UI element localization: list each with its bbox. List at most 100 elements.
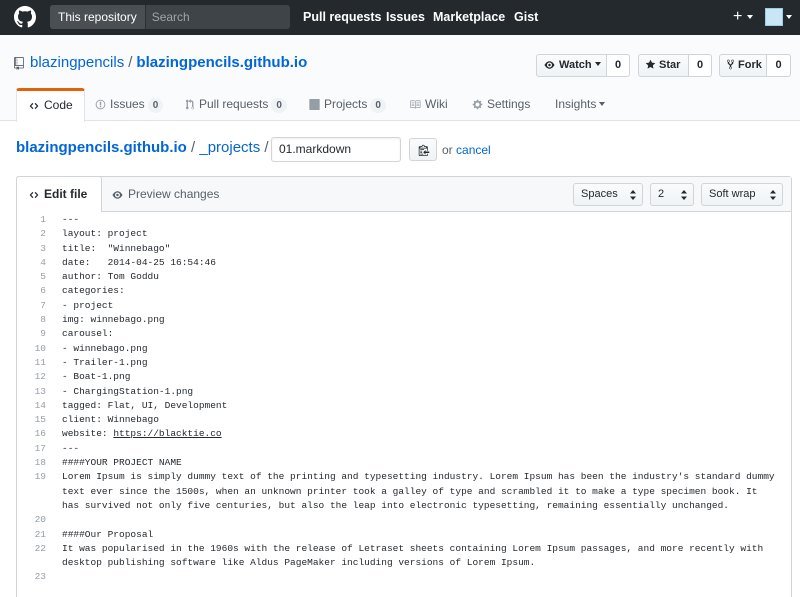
line-text: - project xyxy=(62,299,113,313)
code-line[interactable]: 19 Lorem Ipsum is simply dummy text of th… xyxy=(17,470,791,513)
breadcrumb-dir-link[interactable]: _projects xyxy=(199,139,260,156)
wrap-mode-select[interactable]: Soft wrap xyxy=(701,183,783,206)
code-line[interactable]: 12 - Boat-1.png xyxy=(17,370,791,384)
line-content: carousel: xyxy=(62,328,114,340)
tab-wiki[interactable]: Wiki xyxy=(409,88,448,121)
filename-input[interactable]: 01.markdown xyxy=(271,137,401,162)
star-count[interactable]: 0 xyxy=(689,54,712,77)
line-content: website: xyxy=(62,428,114,440)
or-text: or xyxy=(442,143,453,157)
watch-button[interactable]: Watch xyxy=(536,54,607,77)
line-number: 4 xyxy=(40,256,46,268)
tab-pull-requests-label: Pull requests xyxy=(199,97,269,111)
copy-path-button[interactable] xyxy=(409,138,437,161)
code-line[interactable]: 20 xyxy=(17,513,791,527)
create-new-plus-icon[interactable]: + xyxy=(733,8,742,26)
code-line[interactable]: 23 xyxy=(17,570,791,584)
watch-count[interactable]: 0 xyxy=(607,54,630,77)
line-content: layout: project xyxy=(62,228,148,240)
code-line[interactable]: 16 website: https://blacktie.co xyxy=(17,427,791,441)
code-line[interactable]: 22 It was popularised in the 1960s with t… xyxy=(17,542,791,571)
code-line[interactable]: 11 - Trailer-1.png xyxy=(17,356,791,370)
line-number: 9 xyxy=(40,328,46,340)
tab-insights[interactable]: Insights xyxy=(555,88,606,121)
select-arrows-icon xyxy=(630,190,636,200)
tab-issues-label: Issues xyxy=(110,97,145,111)
cancel-link[interactable]: cancel xyxy=(456,143,491,157)
code-line[interactable]: 21 ####Our Proposal xyxy=(17,528,791,542)
create-new-caret-icon[interactable] xyxy=(747,15,753,19)
fork-count[interactable]: 0 xyxy=(767,54,791,77)
line-content: - ChargingStation-1.png xyxy=(62,385,194,397)
issue-opened-icon xyxy=(95,99,106,110)
code-line[interactable]: 18 ####YOUR PROJECT NAME xyxy=(17,456,791,470)
tab-issues[interactable]: Issues 0 xyxy=(95,88,164,121)
tab-projects[interactable]: Projects 0 xyxy=(309,88,386,121)
repo-title-separator: / xyxy=(128,54,133,71)
code-line[interactable]: 7 - project xyxy=(17,299,791,313)
line-number: 14 xyxy=(34,399,46,411)
nav-gist[interactable]: Gist xyxy=(514,0,538,35)
line-content: --- xyxy=(62,214,80,225)
select-arrows-icon xyxy=(681,190,687,200)
tab-wiki-label: Wiki xyxy=(425,97,448,111)
tab-preview-changes[interactable]: Preview changes xyxy=(111,177,219,212)
website-url-link[interactable]: https://blacktie.co xyxy=(113,428,221,439)
line-text: ####Our Proposal xyxy=(62,528,153,542)
user-avatar[interactable] xyxy=(765,8,783,26)
nav-pull-requests[interactable]: Pull requests xyxy=(303,0,382,35)
code-line[interactable]: 14 tagged: Flat, UI, Development xyxy=(17,399,791,413)
repo-header: blazingpencils / blazingpencils.github.io … xyxy=(0,35,800,122)
code-area[interactable]: 1 --- 2 layout: project 3 title: "Winnebago" 4… xyxy=(17,213,791,585)
code-line[interactable]: 4 date: 2014-04-25 16:54:46 xyxy=(17,256,791,270)
repo-owner-link[interactable]: blazingpencils xyxy=(30,54,124,71)
line-text: - Trailer-1.png xyxy=(62,356,148,370)
tab-pull-requests[interactable]: Pull requests 0 xyxy=(185,88,287,121)
line-content: img: winnebago.png xyxy=(62,314,165,326)
line-number: 19 xyxy=(34,471,46,483)
line-text: layout: project xyxy=(62,227,148,241)
code-line[interactable]: 6 categories: xyxy=(17,284,791,298)
line-content: client: Winnebago xyxy=(62,414,159,426)
tab-code[interactable]: Code xyxy=(16,88,85,122)
repo-icon xyxy=(14,57,24,70)
github-logo-icon[interactable] xyxy=(14,6,36,28)
code-line[interactable]: 9 carousel: xyxy=(17,327,791,341)
repo-name-link[interactable]: blazingpencils.github.io xyxy=(136,54,307,71)
code-line[interactable]: 13 - ChargingStation-1.png xyxy=(17,385,791,399)
line-text: ####YOUR PROJECT NAME xyxy=(62,456,182,470)
star-button[interactable]: Star xyxy=(638,54,689,77)
nav-marketplace[interactable]: Marketplace xyxy=(433,0,505,35)
indent-mode-select[interactable]: Spaces xyxy=(573,183,643,206)
line-text: img: winnebago.png xyxy=(62,313,165,327)
search-input[interactable]: Search xyxy=(146,5,290,29)
line-text: --- xyxy=(62,213,79,227)
code-line[interactable]: 15 client: Winnebago xyxy=(17,413,791,427)
code-line[interactable]: 2 layout: project xyxy=(17,227,791,241)
line-number: 15 xyxy=(34,414,46,426)
code-line[interactable]: 17 --- xyxy=(17,442,791,456)
code-line[interactable]: 3 title: "Winnebago" xyxy=(17,242,791,256)
code-line[interactable]: 10 - winnebago.png xyxy=(17,342,791,356)
code-line[interactable]: 1 --- xyxy=(17,213,791,227)
breadcrumb-repo-link[interactable]: blazingpencils.github.io xyxy=(16,139,187,156)
tab-edit-file[interactable]: Edit file xyxy=(16,176,102,212)
git-pull-request-icon xyxy=(185,99,195,110)
line-number: 23 xyxy=(34,571,46,583)
nav-issues[interactable]: Issues xyxy=(386,0,425,35)
user-menu-caret-icon[interactable] xyxy=(786,15,792,19)
indent-size-select[interactable]: 2 xyxy=(650,183,694,206)
line-number: 17 xyxy=(34,442,46,454)
select-arrows-icon xyxy=(770,190,776,200)
search-box[interactable]: This repository Search xyxy=(50,5,290,29)
line-number: 5 xyxy=(40,271,46,283)
line-number: 13 xyxy=(34,385,46,397)
tab-insights-label: Insights xyxy=(555,97,597,111)
fork-button[interactable]: Fork xyxy=(719,54,767,77)
line-text: - Boat-1.png xyxy=(62,370,130,384)
wrap-mode-value: Soft wrap xyxy=(709,188,756,200)
line-number: 20 xyxy=(34,514,46,526)
code-line[interactable]: 5 author: Tom Goddu xyxy=(17,270,791,284)
tab-settings[interactable]: Settings xyxy=(472,88,530,121)
code-line[interactable]: 8 img: winnebago.png xyxy=(17,313,791,327)
